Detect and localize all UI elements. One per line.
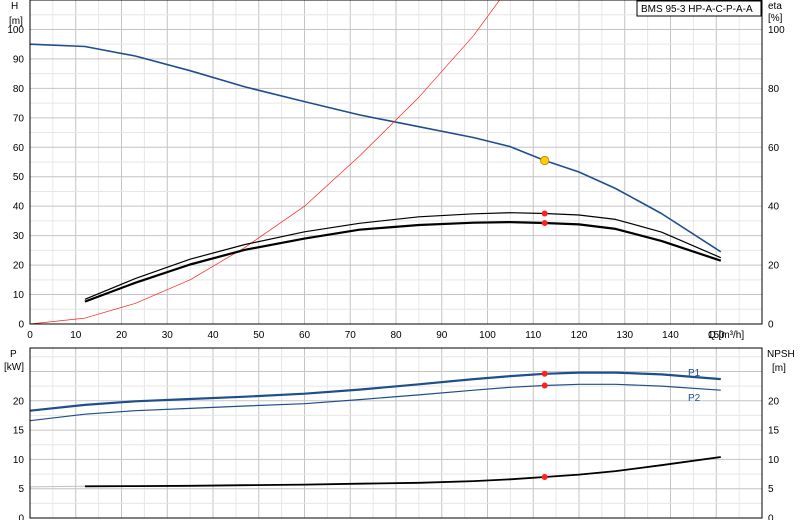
series-line-4: [29, 485, 85, 488]
x-tick-label: 90: [436, 330, 448, 341]
series-label-p2: P2: [688, 393, 701, 404]
x-tick-label: 10: [70, 330, 82, 341]
x-tick-label: 60: [299, 330, 311, 341]
x-tick-label: 0: [27, 330, 33, 341]
duty-point-marker: [540, 155, 550, 166]
x-tick-label: 140: [662, 330, 679, 341]
y-tick-label: 40: [13, 202, 25, 213]
y2-tick-label: 60: [768, 143, 780, 154]
y2-tick-label: 20: [768, 261, 780, 272]
x-tick-label: 110: [525, 330, 541, 341]
y-tick-label: 20: [13, 396, 25, 407]
y2-tick-label: 15: [768, 426, 780, 437]
y2-tick-label: 80: [768, 84, 780, 95]
y-tick-label: 10: [13, 455, 25, 466]
y-axis-label-h: H: [11, 1, 18, 12]
y2-axis-unit-eta: [%]: [768, 13, 783, 24]
operating-marker: [541, 210, 548, 217]
y-tick-label: 0: [18, 320, 24, 331]
y-tick-label: 10: [13, 290, 25, 301]
x-tick-label: 100: [479, 330, 496, 341]
y-tick-label: 20: [13, 261, 25, 272]
y-axis-label-p: P: [10, 349, 17, 360]
y-tick-label: 30: [13, 231, 25, 242]
x-tick-label: 40: [207, 330, 219, 341]
y-tick-label: 15: [13, 426, 25, 437]
top-grid: [29, 0, 763, 325]
y-tick-label: 5: [18, 484, 24, 495]
power-npsh-panel: 0 5 10 15 20 0 5 10 15 20 P [kW] NPSH [m] P1 P2: [4, 347, 795, 520]
y-tick-label: 60: [13, 143, 25, 154]
y2-tick-label: 40: [768, 202, 780, 213]
y2-axis-unit-npsh: [m]: [772, 363, 786, 374]
y2-tick-label: 100: [768, 25, 785, 36]
y-tick-label: 70: [13, 113, 25, 124]
x-tick-label: 130: [616, 330, 633, 341]
series-line-4: [84, 221, 722, 303]
y-tick-label: 80: [13, 84, 25, 95]
x-tick-label: 120: [571, 330, 588, 341]
operating-marker: [541, 370, 548, 377]
y-tick-label: 50: [13, 172, 25, 183]
x-axis-label: Q [m³/h]: [708, 330, 744, 341]
series-line-1: [29, 371, 721, 412]
y2-tick-label: 10: [768, 455, 780, 466]
x-tick-label: 30: [162, 330, 174, 341]
chart-title: BMS 95-3 HP-A-C-P-A-A: [641, 4, 753, 15]
operating-marker: [541, 219, 548, 226]
x-tick-label: 70: [345, 330, 357, 341]
x-tick-label: 50: [253, 330, 265, 341]
pump-curve-chart: 01020304050607080901000204060801000 10 20 3…: [4, 0, 795, 520]
y-axis-unit-p: [kW]: [4, 362, 24, 373]
y-tick-label: 90: [13, 54, 25, 65]
x-tick-label: 80: [390, 330, 402, 341]
bottom-series-group: [29, 370, 721, 488]
series-line-3: [84, 456, 721, 488]
y-axis-unit-h: [m]: [9, 16, 23, 27]
x-tick-label: 20: [116, 330, 128, 341]
y2-tick-label: 5: [768, 484, 774, 495]
y-tick-label: 0: [18, 514, 24, 520]
y2-axis-label-eta: eta: [768, 1, 782, 12]
y2-tick-label: 0: [768, 320, 774, 331]
y2-tick-label: 0: [768, 514, 774, 520]
operating-marker: [541, 382, 548, 389]
head-efficiency-panel: 0 10 20 30 40 50 60 70 80 90 100 0 20 40 60 80 100 0 10 20 3…: [7, 0, 785, 341]
y2-tick-label: 20: [768, 396, 780, 407]
operating-marker: [541, 473, 548, 480]
series-label-p1: P1: [688, 368, 701, 379]
y2-axis-label-npsh: NPSH: [767, 349, 795, 360]
